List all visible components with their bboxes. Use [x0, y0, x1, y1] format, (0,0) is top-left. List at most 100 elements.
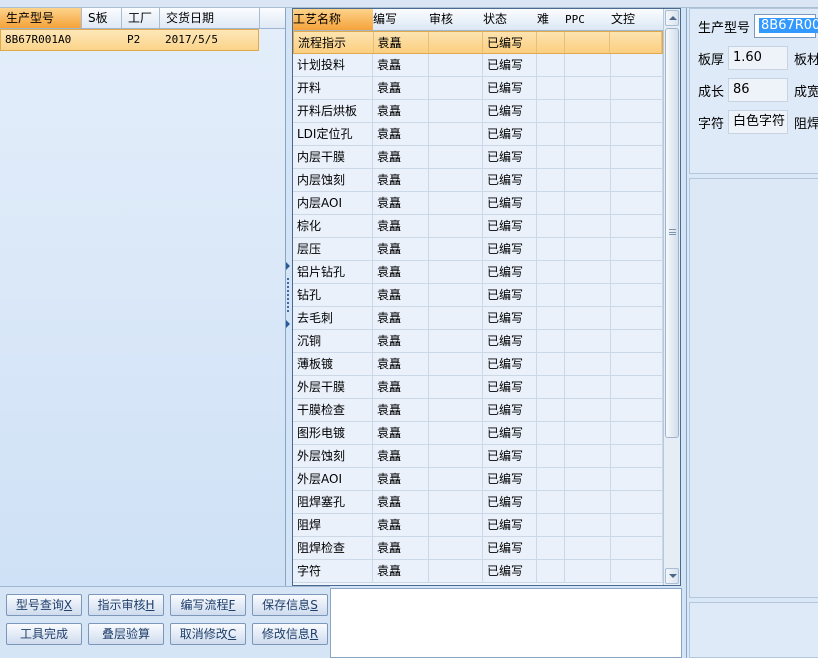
- col-header-status[interactable]: 状态: [483, 9, 537, 30]
- process-row[interactable]: LDI定位孔 袁矗 已编写: [293, 123, 663, 146]
- writer-cell: 袁矗: [373, 376, 429, 398]
- process-row[interactable]: 开料后烘板 袁矗 已编写: [293, 100, 663, 123]
- process-row[interactable]: 图形电镀 袁矗 已编写: [293, 422, 663, 445]
- reviewer-cell: [429, 54, 483, 76]
- thickness-field-row: 板厚 1.60 板材: [690, 45, 818, 71]
- reviewer-cell: [429, 445, 483, 467]
- col-header-factory[interactable]: 工厂: [122, 8, 160, 28]
- writer-cell: 袁矗: [373, 399, 429, 421]
- difficulty-cell: [537, 560, 565, 582]
- col-header-delivery-date[interactable]: 交货日期: [160, 8, 260, 28]
- model-cell: 8B67R001A0: [5, 33, 72, 46]
- char-field-row: 字符 白色字符 阻焊: [690, 109, 818, 135]
- tool-complete-button[interactable]: 工具完成: [6, 623, 82, 645]
- difficulty-cell: [537, 215, 565, 237]
- difficulty-cell: [537, 238, 565, 260]
- reviewer-cell: [429, 399, 483, 421]
- status-cell: 已编写: [483, 284, 537, 306]
- writer-cell: 袁矗: [373, 330, 429, 352]
- col-header-process-name[interactable]: 工艺名称: [293, 9, 373, 30]
- model-row[interactable]: 8B67R001A0 P2 2017/5/5: [0, 29, 259, 51]
- process-rows: 流程指示 袁矗 已编写 计划投料 袁矗 已编写 开料 袁矗 已编写 开料后烘板 袁矗 已编写 LDI定位…: [293, 31, 663, 583]
- process-row[interactable]: 内层AOI 袁矗 已编写: [293, 192, 663, 215]
- notes-box[interactable]: [330, 588, 682, 658]
- ppc-cell: [565, 284, 611, 306]
- process-row[interactable]: 开料 袁矗 已编写: [293, 77, 663, 100]
- process-grid-scrollbar[interactable]: [663, 9, 680, 585]
- process-row[interactable]: 沉铜 袁矗 已编写: [293, 330, 663, 353]
- scroll-down-icon[interactable]: [665, 568, 679, 584]
- ppc-cell: [565, 468, 611, 490]
- model-input[interactable]: 8B67R00: [754, 14, 818, 38]
- thickness-input[interactable]: 1.60: [728, 46, 788, 70]
- factory-cell: P2: [127, 33, 141, 46]
- process-name-cell: 计划投料: [293, 54, 373, 76]
- col-header-doc-control[interactable]: 文控: [611, 9, 663, 30]
- ppc-cell: [565, 330, 611, 352]
- difficulty-cell: [537, 307, 565, 329]
- process-row[interactable]: 阻焊检查 袁矗 已编写: [293, 537, 663, 560]
- splitter-grip-icon: [287, 278, 289, 312]
- process-row[interactable]: 干膜检查 袁矗 已编写: [293, 399, 663, 422]
- ppc-cell: [565, 77, 611, 99]
- ppc-cell: [565, 353, 611, 375]
- process-name-cell: 流程指示: [294, 32, 374, 53]
- difficulty-cell: [537, 330, 565, 352]
- process-row[interactable]: 外层干膜 袁矗 已编写: [293, 376, 663, 399]
- model-query-button[interactable]: 型号查询X: [6, 594, 82, 616]
- scroll-thumb[interactable]: [665, 28, 679, 438]
- writer-cell: 袁矗: [373, 491, 429, 513]
- process-row[interactable]: 计划投料 袁矗 已编写: [293, 54, 663, 77]
- col-header-ppc[interactable]: PPC: [565, 9, 611, 30]
- difficulty-cell: [537, 261, 565, 283]
- process-row[interactable]: 钻孔 袁矗 已编写: [293, 284, 663, 307]
- process-row[interactable]: 层压 袁矗 已编写: [293, 238, 663, 261]
- process-row[interactable]: 去毛刺 袁矗 已编写: [293, 307, 663, 330]
- col-header-difficulty[interactable]: 难: [537, 9, 565, 30]
- stackup-check-button[interactable]: 叠层验算: [88, 623, 164, 645]
- footer-area: [689, 602, 818, 658]
- process-row[interactable]: 阻焊塞孔 袁矗 已编写: [293, 491, 663, 514]
- process-row[interactable]: 外层AOI 袁矗 已编写: [293, 468, 663, 491]
- doc-control-cell: [611, 353, 663, 375]
- difficulty-cell: [537, 468, 565, 490]
- reviewer-cell: [429, 376, 483, 398]
- process-row[interactable]: 字符 袁矗 已编写: [293, 560, 663, 583]
- reviewer-cell: [429, 146, 483, 168]
- review-instruction-button[interactable]: 指示审核H: [88, 594, 164, 616]
- process-row[interactable]: 内层干膜 袁矗 已编写: [293, 146, 663, 169]
- doc-control-cell: [611, 399, 663, 421]
- length-input[interactable]: 86: [728, 78, 788, 102]
- process-row[interactable]: 阻焊 袁矗 已编写: [293, 514, 663, 537]
- scroll-up-icon[interactable]: [665, 10, 679, 26]
- process-row[interactable]: 棕化 袁矗 已编写: [293, 215, 663, 238]
- char-input[interactable]: 白色字符: [728, 110, 788, 134]
- status-cell: 已编写: [483, 445, 537, 467]
- col-header-s-board[interactable]: S板: [82, 8, 122, 28]
- process-row[interactable]: 内层蚀刻 袁矗 已编写: [293, 169, 663, 192]
- width-label: 成宽: [794, 84, 818, 100]
- doc-control-cell: [611, 192, 663, 214]
- process-row[interactable]: 外层蚀刻 袁矗 已编写: [293, 445, 663, 468]
- scroll-grip-icon: [669, 229, 676, 235]
- model-label: 生产型号: [698, 20, 751, 36]
- ppc-cell: [565, 54, 611, 76]
- difficulty-cell: [537, 514, 565, 536]
- col-header-writer[interactable]: 编写: [373, 9, 429, 30]
- process-row[interactable]: 流程指示 袁矗 已编写: [293, 31, 663, 54]
- col-header-reviewer[interactable]: 审核: [429, 9, 483, 30]
- reviewer-cell: [429, 238, 483, 260]
- process-row[interactable]: 铝片钻孔 袁矗 已编写: [293, 261, 663, 284]
- cancel-edit-button[interactable]: 取消修改C: [170, 623, 246, 645]
- save-info-button[interactable]: 保存信息S: [252, 594, 328, 616]
- reviewer-cell: [429, 330, 483, 352]
- process-row[interactable]: 薄板镀 袁矗 已编写: [293, 353, 663, 376]
- ppc-cell: [565, 215, 611, 237]
- col-header-model[interactable]: 生产型号: [0, 8, 82, 28]
- status-cell: 已编写: [483, 514, 537, 536]
- status-cell: 已编写: [483, 54, 537, 76]
- doc-control-cell: [611, 468, 663, 490]
- write-process-button[interactable]: 编写流程F: [170, 594, 246, 616]
- ppc-cell: [565, 192, 611, 214]
- edit-info-button[interactable]: 修改信息R: [252, 623, 328, 645]
